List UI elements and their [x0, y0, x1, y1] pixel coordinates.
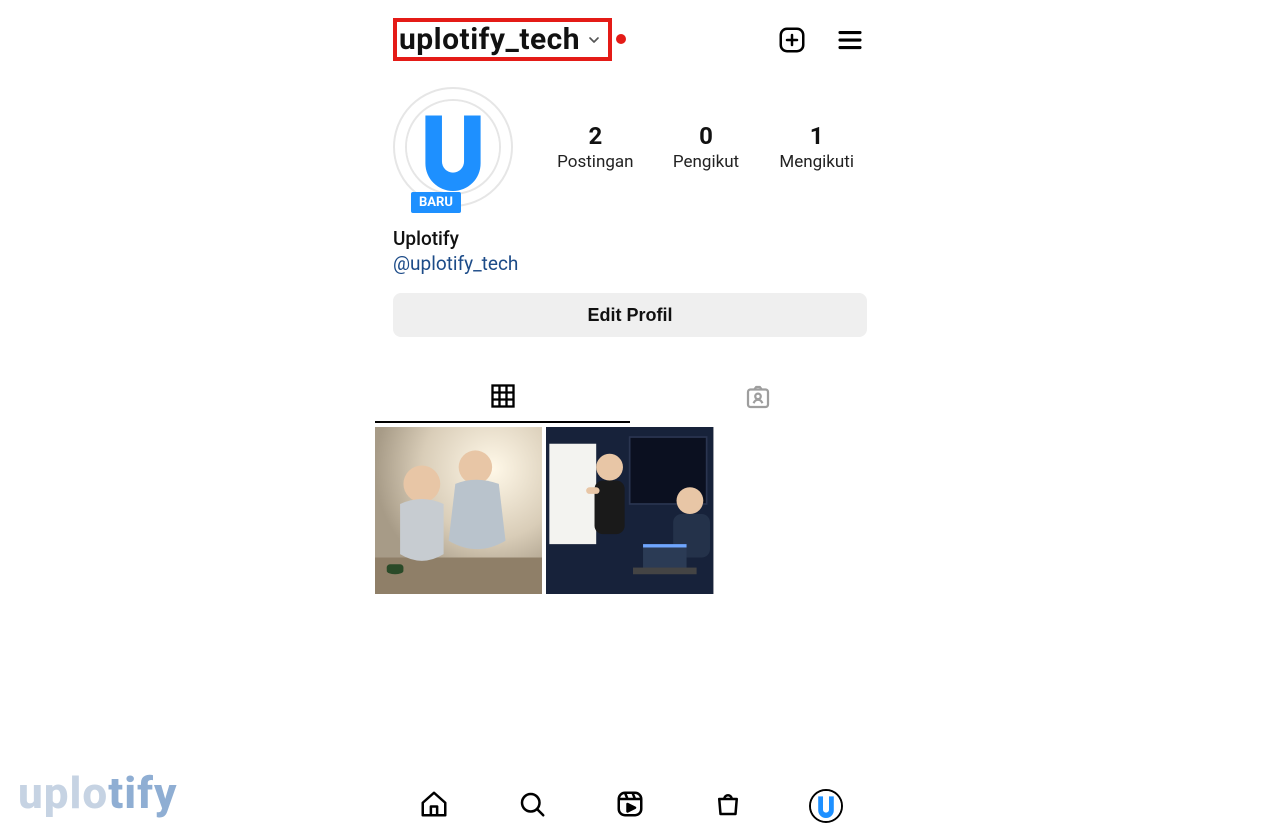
reels-icon: [615, 789, 645, 823]
watermark-part1: uplo: [18, 767, 108, 819]
following-count: 1: [766, 122, 867, 150]
followers-stat[interactable]: 0 Pengikut: [656, 122, 757, 172]
nav-reels[interactable]: [610, 786, 650, 826]
post-thumbnail-1[interactable]: [375, 427, 542, 594]
menu-button[interactable]: [833, 23, 867, 57]
shop-icon: [713, 789, 743, 823]
post-empty-cell: [718, 427, 885, 594]
tagged-icon: [743, 382, 773, 416]
profile-mini-avatar: [809, 789, 843, 823]
nav-home[interactable]: [414, 786, 454, 826]
tab-grid[interactable]: [375, 375, 630, 423]
following-label: Mengikuti: [766, 152, 867, 172]
watermark-part2: tify: [108, 767, 177, 819]
edit-profile-label: Edit Profil: [588, 305, 673, 326]
new-badge: BARU: [411, 192, 461, 213]
username: uplotify_tech: [399, 22, 580, 57]
avatar-logo-icon: [407, 99, 499, 193]
posts-count: 2: [545, 122, 646, 150]
account-switcher[interactable]: uplotify_tech: [393, 18, 612, 61]
followers-label: Pengikut: [656, 152, 757, 172]
home-icon: [419, 789, 449, 823]
edit-profile-button[interactable]: Edit Profil: [393, 293, 867, 337]
search-icon: [517, 789, 547, 823]
avatar[interactable]: [393, 87, 513, 207]
grid-icon: [489, 382, 517, 414]
nav-search[interactable]: [512, 786, 552, 826]
nav-profile[interactable]: [806, 786, 846, 826]
watermark: uplotify: [18, 767, 177, 819]
notification-dot: [616, 34, 626, 44]
chevron-down-icon: [586, 32, 602, 48]
post-thumbnail-2[interactable]: [546, 427, 713, 594]
create-post-button[interactable]: [775, 23, 809, 57]
tab-tagged[interactable]: [630, 375, 885, 423]
posts-stat[interactable]: 2 Postingan: [545, 122, 646, 172]
following-stat[interactable]: 1 Mengikuti: [766, 122, 867, 172]
posts-label: Postingan: [545, 152, 646, 172]
display-name: Uplotify: [393, 227, 867, 250]
nav-shop[interactable]: [708, 786, 748, 826]
profile-handle[interactable]: @uplotify_tech: [393, 252, 867, 275]
followers-count: 0: [656, 122, 757, 150]
